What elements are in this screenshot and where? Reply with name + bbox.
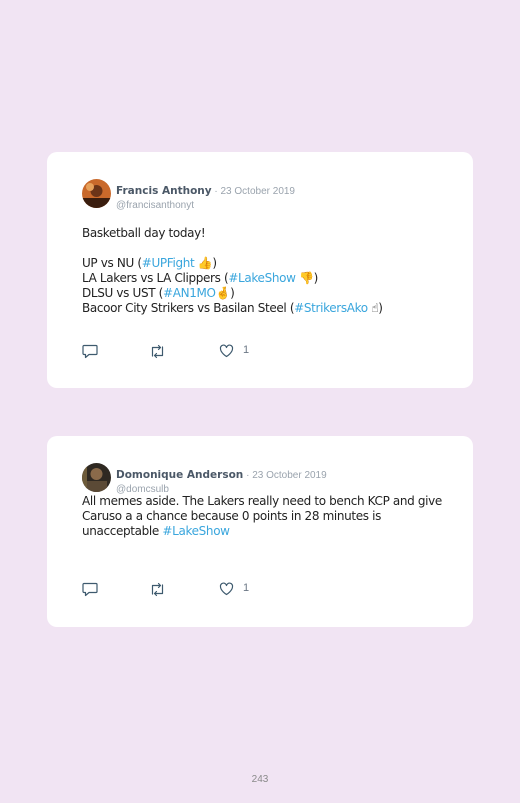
hashtag-link[interactable]: #AN1MO <box>163 286 216 300</box>
tweet-line: DLSU vs UST (#AN1MO🤞) <box>82 286 447 301</box>
heart-icon[interactable] <box>219 344 234 363</box>
tweet-text: Basketball day today! <box>82 226 206 240</box>
tweet-date: 23 October 2019 <box>252 470 327 481</box>
tweet-text: ☝) <box>367 301 383 315</box>
tweet-line: All memes aside. The Lakers really need … <box>82 494 447 539</box>
tweet-text: UP vs NU ( <box>82 256 142 270</box>
reply-icon[interactable] <box>82 582 98 602</box>
author-name[interactable]: Domonique Anderson <box>116 469 243 481</box>
tweet-text: LA Lakers vs LA Clippers ( <box>82 271 229 285</box>
tweet-body: All memes aside. The Lakers really need … <box>82 494 447 539</box>
like-count: 1 <box>243 344 250 356</box>
page-number: 243 <box>251 774 269 785</box>
tweet-card-1: Francis Anthony · 23 October 2019 @franc… <box>47 152 473 388</box>
hashtag-link[interactable]: #UPFight <box>142 256 195 270</box>
reply-icon[interactable] <box>82 344 98 364</box>
tweet-line: Basketball day today! <box>82 226 447 241</box>
avatar[interactable] <box>82 179 111 208</box>
tweet-text: 👍) <box>194 256 217 270</box>
author-handle[interactable]: @francisanthonyt <box>116 200 295 211</box>
separator-dot: · <box>243 470 253 481</box>
tweet-line: Bacoor City Strikers vs Basilan Steel (#… <box>82 301 447 316</box>
tweet-actions: 1 <box>82 582 282 598</box>
hashtag-link[interactable]: #LakeShow <box>228 271 296 285</box>
tweet-header: Francis Anthony · 23 October 2019 @franc… <box>116 181 295 211</box>
tweet-body: Basketball day today! UP vs NU (#UPFight … <box>82 226 447 316</box>
separator-dot: · <box>211 186 221 197</box>
tweet-text: 👎) <box>295 271 318 285</box>
tweet-header: Domonique Anderson · 23 October 2019 @do… <box>116 465 327 495</box>
retweet-icon[interactable] <box>149 344 166 364</box>
tweet-date: 23 October 2019 <box>220 186 296 197</box>
tweet-line: UP vs NU (#UPFight 👍) <box>82 256 447 271</box>
like-count: 1 <box>243 582 250 594</box>
heart-icon[interactable] <box>219 582 234 601</box>
author-name[interactable]: Francis Anthony <box>116 185 212 197</box>
tweet-card-2: Domonique Anderson · 23 October 2019 @do… <box>47 436 473 627</box>
tweet-text: All memes aside. The Lakers really need … <box>82 494 442 538</box>
hashtag-link[interactable]: #StrikersAko <box>294 301 368 315</box>
tweet-text: 🤞) <box>215 286 235 300</box>
retweet-icon[interactable] <box>149 582 166 602</box>
avatar[interactable] <box>82 463 111 492</box>
tweet-line: LA Lakers vs LA Clippers (#LakeShow 👎) <box>82 271 447 286</box>
hashtag-link[interactable]: #LakeShow <box>162 524 230 538</box>
tweet-actions: 1 <box>82 344 282 360</box>
tweet-text: Bacoor City Strikers vs Basilan Steel ( <box>82 301 295 315</box>
tweet-text: DLSU vs UST ( <box>82 286 163 300</box>
